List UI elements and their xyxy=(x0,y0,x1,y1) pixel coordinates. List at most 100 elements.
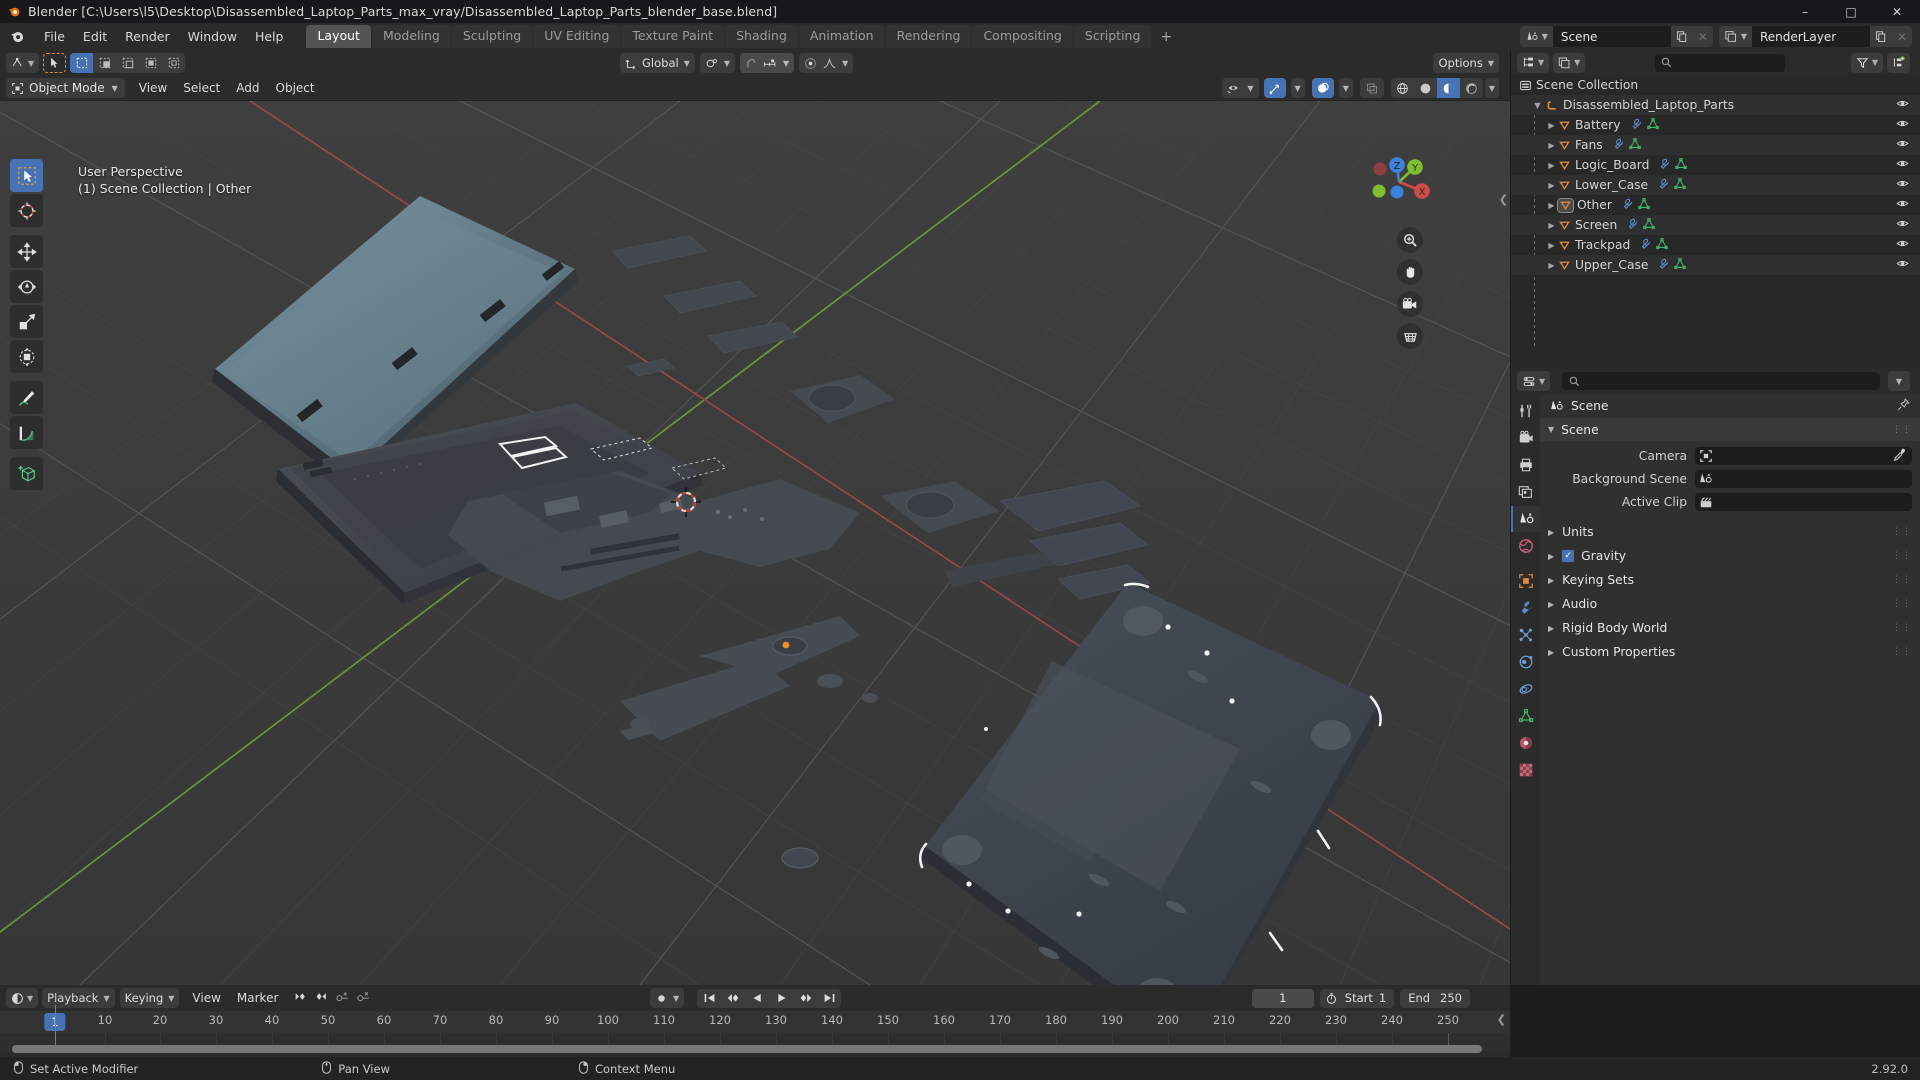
scene-selector[interactable]: ▼ Scene ✕ xyxy=(1519,26,1713,47)
close-button[interactable]: ✕ xyxy=(1874,0,1920,23)
properties-editor-type-button[interactable]: ▼ xyxy=(1517,371,1551,391)
mesh-data-icon[interactable] xyxy=(1674,257,1687,273)
outliner-row-scene-collection[interactable]: Scene Collection xyxy=(1511,75,1920,95)
jump-next-keyframe-icon[interactable] xyxy=(315,990,330,1006)
tab-layout[interactable]: Layout xyxy=(306,24,371,49)
outliner-row-trackpad[interactable]: ▶ Trackpad xyxy=(1511,235,1920,255)
timeline-ruler[interactable]: 1 10 20 30 40 50 60 70 80 90 100 110 120… xyxy=(0,1011,1510,1033)
snapping-dropdown[interactable]: ▼ xyxy=(740,53,795,73)
tab-shading[interactable]: Shading xyxy=(725,24,798,49)
play-reverse-button[interactable] xyxy=(745,989,769,1008)
shading-mode-group[interactable] xyxy=(1390,78,1483,98)
use-preview-range-icon[interactable] xyxy=(1320,992,1343,1005)
outliner-display-mode-button[interactable]: ▼ xyxy=(1553,52,1586,73)
outliner-row-screen[interactable]: ▶ Screen xyxy=(1511,215,1920,235)
jump-to-start-button[interactable] xyxy=(697,989,721,1008)
world-tab[interactable] xyxy=(1511,533,1540,559)
new-scene-button[interactable] xyxy=(1671,30,1693,43)
object-data-tab[interactable] xyxy=(1511,703,1540,729)
tab-modeling[interactable]: Modeling xyxy=(371,24,451,49)
delete-keyframe-icon[interactable] xyxy=(357,990,372,1006)
tab-texture-paint[interactable]: Texture Paint xyxy=(621,24,725,49)
view-layer-selector[interactable]: ▼ RenderLayer ✕ xyxy=(1718,26,1912,47)
properties-search-input[interactable] xyxy=(1562,372,1880,390)
outliner-search-input[interactable] xyxy=(1655,53,1786,72)
mesh-data-icon[interactable] xyxy=(1638,197,1650,213)
pin-icon[interactable] xyxy=(1897,398,1910,414)
eyedropper-icon[interactable] xyxy=(1893,448,1906,464)
outliner-tree[interactable]: Scene Collection ▼ Disassembled_Laptop_P… xyxy=(1511,75,1920,368)
3d-viewport[interactable]: ▼ Global ▼ ▼ ▼ ▼ Options ▼ Object Mode ▼… xyxy=(0,50,1510,985)
outliner-row-upper-case[interactable]: ▶ Upper_Case xyxy=(1511,255,1920,275)
material-tab[interactable] xyxy=(1511,730,1540,756)
measure-tool[interactable] xyxy=(10,416,43,449)
properties-editor[interactable]: ▼ ▼ Scene ▼ Scene ⋮⋮ Camera Background S… xyxy=(1511,368,1920,985)
navigation-gizmo[interactable]: X Y Z xyxy=(1360,143,1438,221)
outliner-filter-button[interactable]: ▼ xyxy=(1850,52,1883,73)
visibility-eye-icon[interactable] xyxy=(1896,218,1909,232)
proportional-editing-dropdown[interactable]: ▼ xyxy=(799,53,854,73)
outliner-editor-type-button[interactable]: ▼ xyxy=(1517,52,1550,73)
blender-menu-icon[interactable] xyxy=(10,29,25,44)
keying-dropdown[interactable]: Keying ▼ xyxy=(119,988,180,1008)
gravity-checkbox[interactable]: ✓ xyxy=(1562,550,1575,562)
tool-tab[interactable] xyxy=(1511,398,1540,424)
expand-arrow-icon[interactable]: ▶ xyxy=(1545,221,1558,230)
jump-to-end-button[interactable] xyxy=(817,989,841,1008)
gizmo-toggle[interactable] xyxy=(1263,78,1286,98)
prev-keyframe-button[interactable] xyxy=(721,989,745,1008)
playback-dropdown[interactable]: Playback ▼ xyxy=(42,988,115,1008)
expand-arrow-icon[interactable]: ▶ xyxy=(1545,241,1558,250)
physics-tab[interactable] xyxy=(1511,649,1540,675)
annotate-tool[interactable] xyxy=(10,381,43,414)
current-frame-field[interactable]: 1 xyxy=(1251,988,1314,1008)
panel-header-gravity[interactable]: ▶ ✓ Gravity ⋮⋮ xyxy=(1540,544,1920,568)
viewport-menu-select[interactable]: Select xyxy=(175,79,228,97)
view-layer-tab[interactable] xyxy=(1511,479,1540,505)
scale-tool[interactable] xyxy=(10,305,43,338)
expand-arrow-icon[interactable]: ▶ xyxy=(1545,181,1558,190)
tab-scripting[interactable]: Scripting xyxy=(1073,24,1152,49)
panel-header-rigid-body-world[interactable]: ▶ Rigid Body World ⋮⋮ xyxy=(1540,616,1920,640)
mesh-data-icon[interactable] xyxy=(1674,177,1686,193)
xray-toggle[interactable] xyxy=(1359,78,1384,98)
gizmo-dropdown[interactable]: ▼ xyxy=(1290,78,1305,98)
visibility-eye-icon[interactable] xyxy=(1896,198,1909,212)
timeline-scrollbar[interactable] xyxy=(12,1045,1482,1053)
panel-header-scene[interactable]: ▼ Scene ⋮⋮ xyxy=(1540,418,1920,441)
new-collection-button[interactable] xyxy=(1887,52,1910,73)
visibility-eye-icon[interactable] xyxy=(1896,158,1909,172)
solid-shading-icon[interactable] xyxy=(1414,78,1437,98)
expand-arrow-icon[interactable]: ▶ xyxy=(1545,121,1558,130)
mesh-data-icon[interactable] xyxy=(1675,157,1688,173)
texture-tab[interactable] xyxy=(1511,757,1540,783)
expand-arrow-icon[interactable]: ▶ xyxy=(1545,161,1558,170)
select-invert-icon[interactable] xyxy=(139,53,162,73)
camera-field[interactable] xyxy=(1695,446,1912,465)
wireframe-shading-icon[interactable] xyxy=(1391,78,1414,98)
modifier-icon[interactable] xyxy=(1658,158,1670,173)
modifier-icon[interactable] xyxy=(1657,258,1669,273)
outliner-row-lower-case[interactable]: ▶ Lower_Case xyxy=(1511,175,1920,195)
add-cube-tool[interactable] xyxy=(10,457,43,490)
outliner-row-logic-board[interactable]: ▶ Logic_Board xyxy=(1511,155,1920,175)
end-frame-value[interactable]: 250 xyxy=(1440,991,1462,1005)
scene-tab[interactable] xyxy=(1511,506,1540,532)
menu-window[interactable]: Window xyxy=(179,26,246,47)
menu-file[interactable]: File xyxy=(35,26,74,47)
end-frame-control[interactable]: End 250 xyxy=(1400,988,1470,1008)
pan-hand-icon[interactable] xyxy=(1397,259,1423,285)
particles-tab[interactable] xyxy=(1511,622,1540,648)
options-dropdown[interactable]: Options ▼ xyxy=(1433,53,1499,73)
outliner-row-battery[interactable]: ▶ Battery xyxy=(1511,115,1920,135)
outliner-row-other[interactable]: ▶ Other xyxy=(1511,195,1920,215)
visibility-eye-icon[interactable] xyxy=(1896,118,1909,132)
move-tool[interactable] xyxy=(10,235,43,268)
panel-header-custom-properties[interactable]: ▶ Custom Properties ⋮⋮ xyxy=(1540,640,1920,664)
modifier-icon[interactable] xyxy=(1657,178,1669,193)
view-layer-name-field[interactable]: RenderLayer xyxy=(1752,26,1870,47)
shading-dropdown[interactable]: ▼ xyxy=(1484,78,1499,98)
menu-help[interactable]: Help xyxy=(246,26,293,47)
expand-arrow-icon[interactable]: ▶ xyxy=(1545,141,1558,150)
insert-keyframe-icon[interactable] xyxy=(336,990,351,1006)
